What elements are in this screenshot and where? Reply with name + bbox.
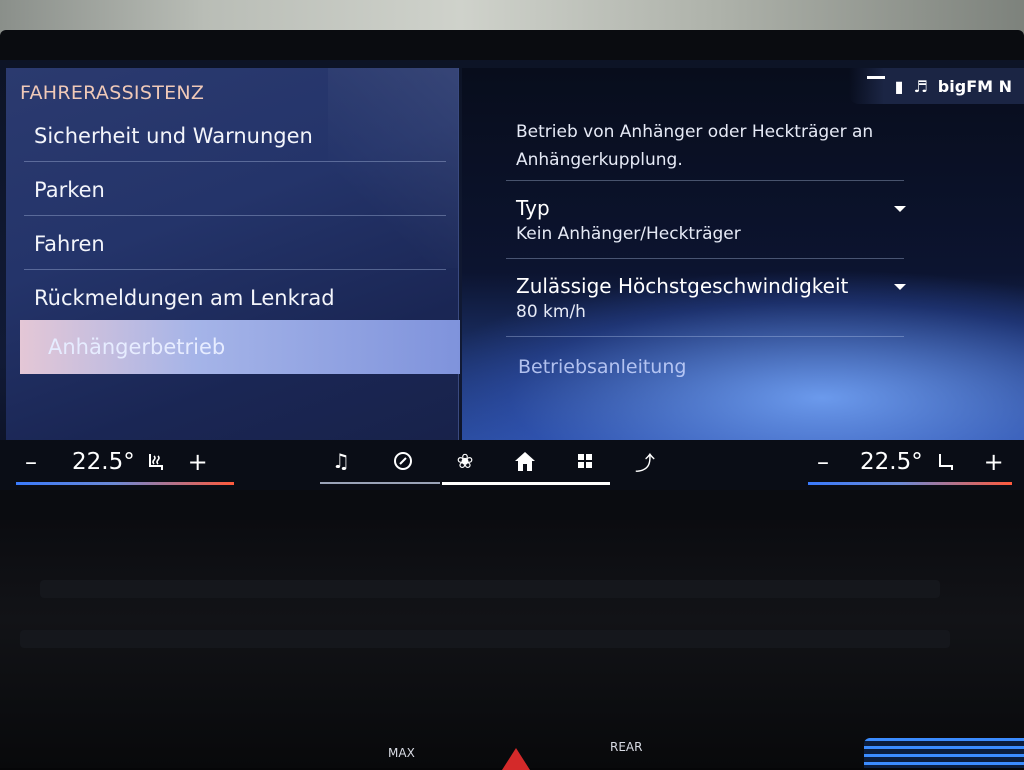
climate-left: – 22.5° + (14, 440, 215, 484)
hazard-icon[interactable] (502, 748, 530, 770)
setting-value: 80 km/h (516, 302, 586, 322)
setting-value: Kein Anhänger/Heckträger (516, 224, 741, 244)
music-icon[interactable]: ♫ (326, 446, 356, 476)
temp-down-button-left[interactable]: – (14, 448, 48, 476)
max-defrost-label[interactable]: MAX (388, 746, 415, 760)
bottom-bar: – 22.5° + ♫ ❀ ⤴ – 22.5° + (0, 440, 1024, 490)
setting-hoechstgeschwindigkeit[interactable]: Zulässige Höchstgeschwindigkeit 80 km/h (516, 274, 906, 322)
navigation-icon[interactable] (388, 446, 418, 476)
ambient-light-strip (864, 738, 1024, 768)
nav-underline (320, 482, 440, 484)
radio-icon: ♬ (913, 76, 928, 96)
infotainment-screen: FAHRERASSISTENZ Sicherheit und Warnungen… (0, 60, 1024, 490)
menu-item-sicherheit[interactable]: Sicherheit und Warnungen (24, 110, 446, 162)
phone-icon[interactable]: ⤴ (630, 446, 660, 476)
air-vent (20, 630, 950, 648)
menu-item-fahren[interactable]: Fahren (24, 218, 446, 270)
driver-assist-menu: FAHRERASSISTENZ Sicherheit und Warnungen… (6, 68, 460, 440)
seat-heating-icon[interactable] (145, 451, 167, 473)
menu-item-label: Rückmeldungen am Lenkrad (34, 285, 335, 310)
section-title: FAHRERASSISTENZ (20, 82, 205, 104)
status-dash-icon (866, 75, 885, 79)
menu-item-label: Sicherheit und Warnungen (34, 123, 313, 148)
description-text: Betrieb von Anhänger oder Heckträger an … (516, 122, 874, 170)
temperature-left[interactable]: 22.5° (72, 449, 135, 475)
divider (506, 336, 904, 337)
setting-label: Typ (516, 196, 550, 220)
home-icon[interactable] (510, 446, 540, 476)
radio-station: bigFM N (937, 76, 1012, 96)
climate-right: – 22.5° + (806, 440, 1011, 484)
home-underline (442, 482, 610, 485)
trailer-settings-panel: ▮ ♬ bigFM N Betrieb von Anhänger oder He… (462, 68, 1024, 440)
media-icon: ▮ (894, 76, 904, 96)
menu-item-lenkrad[interactable]: Rückmeldungen am Lenkrad (24, 272, 446, 324)
temp-up-button-right[interactable]: + (977, 448, 1011, 476)
caret-down-icon (894, 206, 906, 212)
air-vent (40, 580, 940, 598)
menu-item-anhaengerbetrieb[interactable]: Anhängerbetrieb (20, 320, 460, 374)
divider (506, 258, 904, 259)
temperature-right[interactable]: 22.5° (860, 449, 923, 475)
apps-icon[interactable] (570, 446, 600, 476)
temp-down-button-right[interactable]: – (806, 448, 840, 476)
fan-icon[interactable]: ❀ (450, 446, 480, 476)
menu-item-parken[interactable]: Parken (24, 164, 446, 216)
menu-item-label: Anhängerbetrieb (48, 335, 226, 359)
caret-down-icon (894, 284, 906, 290)
divider (506, 180, 904, 181)
rear-defrost-label[interactable]: REAR (610, 740, 642, 754)
manual-link[interactable]: Betriebsanleitung (518, 356, 686, 378)
seat-icon[interactable] (933, 451, 955, 473)
dashboard: MAX REAR (0, 520, 1024, 770)
setting-typ[interactable]: Typ Kein Anhänger/Heckträger (516, 196, 906, 244)
setting-label: Zulässige Höchstgeschwindigkeit (516, 274, 849, 298)
climate-right-indicator (808, 482, 1012, 485)
menu-item-label: Fahren (34, 231, 105, 256)
temp-up-button-left[interactable]: + (181, 448, 215, 476)
menu-item-label: Parken (34, 177, 105, 202)
climate-left-indicator (16, 482, 234, 485)
status-bar: ▮ ♬ bigFM N (848, 68, 1024, 104)
